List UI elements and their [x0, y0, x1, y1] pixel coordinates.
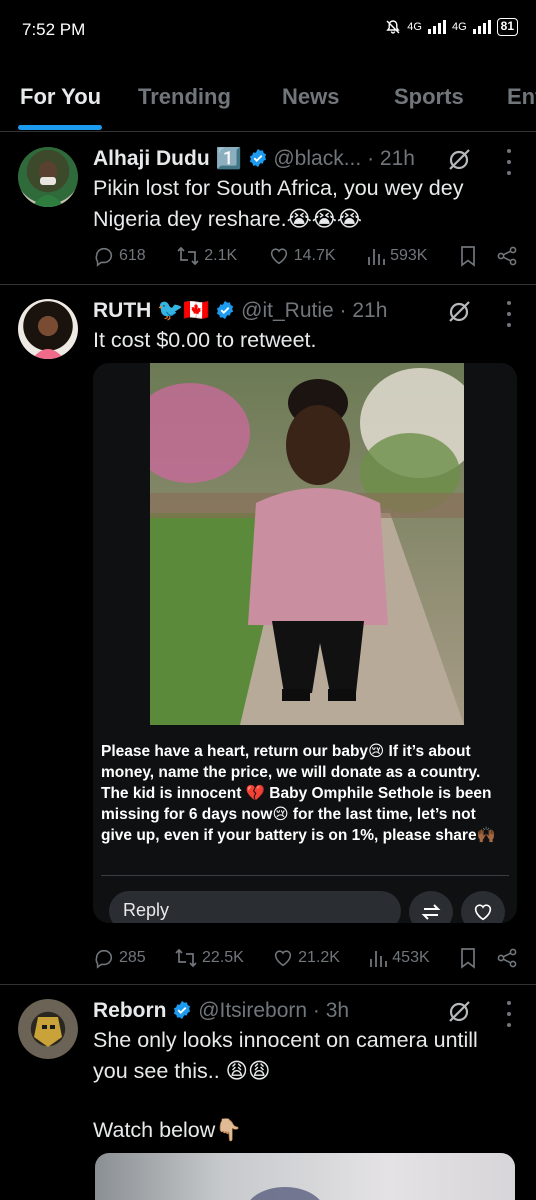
retweet-icon — [177, 246, 199, 266]
reply-count: 618 — [119, 247, 146, 264]
network-label-2: 4G — [451, 21, 467, 33]
display-name[interactable]: Reborn — [93, 999, 167, 1022]
more-icon[interactable] — [506, 1001, 512, 1027]
retweet-count: 22.5K — [202, 949, 244, 966]
retweet-button[interactable]: 2.1K — [176, 245, 237, 267]
status-icons: 4G 4G 81 — [385, 18, 518, 36]
name-badge: 🐦🇨🇦 — [157, 299, 210, 322]
like-count: 14.7K — [293, 247, 336, 264]
like-icon — [474, 904, 492, 921]
view-count: 453K — [392, 949, 430, 966]
tab-trending[interactable]: Trending — [138, 84, 231, 110]
tab-sports[interactable]: Sports — [394, 84, 464, 110]
separator-dot: · — [367, 147, 375, 170]
reply-button[interactable]: 285 — [93, 947, 146, 969]
divider — [101, 875, 509, 876]
reply-count: 285 — [119, 949, 146, 966]
photo-image[interactable] — [150, 363, 464, 725]
tweet-text: She only looks innocent on camera untill… — [93, 1028, 478, 1083]
tweet-header: Alhaji Dudu 1️⃣ @black... · 21h — [93, 147, 476, 171]
tweet-text-continued: Watch below👇🏼 — [93, 1118, 243, 1142]
tweet[interactable]: Alhaji Dudu 1️⃣ @black... · 21h Pikin lo… — [0, 133, 536, 285]
signal-icon-2 — [472, 20, 491, 34]
share-icon[interactable] — [496, 245, 518, 267]
tab-news[interactable]: News — [282, 84, 339, 110]
name-badge: 1️⃣ — [215, 147, 242, 170]
handle[interactable]: @Itsireborn — [198, 999, 307, 1022]
tweet-actions: 285 22.5K 21.2K 453K — [93, 943, 518, 973]
avatar[interactable] — [18, 147, 78, 207]
retweet-icon — [421, 904, 441, 920]
display-name[interactable]: RUTH — [93, 299, 151, 322]
reply-icon — [95, 949, 113, 969]
tweet-text: Pikin lost for South Africa, you wey dey… — [93, 176, 464, 231]
grok-icon[interactable] — [446, 999, 472, 1025]
separator-dot: · — [339, 299, 347, 322]
repost-button[interactable] — [409, 891, 453, 923]
battery-icon: 81 — [496, 18, 518, 36]
views-icon — [368, 249, 385, 265]
bookmark-icon[interactable] — [458, 245, 478, 267]
avatar[interactable] — [18, 999, 78, 1059]
more-icon[interactable] — [506, 149, 512, 175]
reply-button[interactable]: 618 — [93, 245, 146, 267]
views-button[interactable]: 453K — [368, 947, 430, 969]
timestamp[interactable]: 3h — [326, 999, 349, 1022]
network-label-1: 4G — [407, 21, 422, 33]
mute-icon — [386, 20, 400, 34]
timeline-tabs: For You Trending News Sports Ent — [0, 70, 536, 132]
tweet[interactable]: RUTH 🐦🇨🇦 @it_Rutie · 21h It cost $0.00 t… — [0, 285, 536, 985]
tab-for-you[interactable]: For You — [20, 84, 101, 110]
like-icon — [270, 248, 287, 265]
tweet-text: It cost $0.00 to retweet. — [93, 328, 317, 352]
handle[interactable]: @black... — [273, 147, 361, 170]
timestamp[interactable]: 21h — [380, 147, 415, 170]
retweet-count: 2.1K — [204, 247, 238, 264]
grok-icon[interactable] — [446, 299, 472, 325]
retweet-button[interactable]: 22.5K — [174, 947, 244, 969]
like-count: 21.2K — [298, 949, 340, 966]
active-tab-indicator — [18, 125, 102, 130]
image-caption: Please have a heart, return our baby😢 If… — [101, 743, 496, 844]
reply-input[interactable]: Reply — [109, 891, 401, 923]
verified-icon[interactable] — [215, 300, 235, 320]
reply-icon — [95, 247, 113, 267]
like-icon — [275, 950, 292, 967]
tweet-header: RUTH 🐦🇨🇦 @it_Rutie · 21h — [93, 299, 476, 323]
separator-dot: · — [312, 999, 320, 1022]
view-count: 593K — [390, 247, 428, 264]
video-preview[interactable] — [95, 1153, 515, 1200]
share-icon[interactable] — [496, 947, 518, 969]
verified-icon[interactable] — [172, 1000, 192, 1020]
status-time: 7:52 PM — [22, 20, 86, 39]
avatar[interactable] — [18, 299, 78, 359]
media-card[interactable]: Please have a heart, return our baby😢 If… — [93, 363, 517, 923]
more-icon[interactable] — [506, 301, 512, 327]
like-button[interactable]: 21.2K — [272, 947, 340, 969]
display-name[interactable]: Alhaji Dudu — [93, 147, 210, 170]
tweet[interactable]: Reborn @Itsireborn · 3h She only looks i… — [0, 985, 536, 1200]
like-button[interactable]: 14.7K — [268, 245, 336, 267]
retweet-icon — [175, 948, 197, 968]
tab-entertainment[interactable]: Ent — [507, 84, 536, 110]
grok-icon[interactable] — [446, 147, 472, 173]
handle[interactable]: @it_Rutie — [241, 299, 334, 322]
verified-icon[interactable] — [248, 148, 268, 168]
tweet-actions: 618 2.1K 14.7K 593K — [93, 241, 518, 271]
timestamp[interactable]: 21h — [352, 299, 387, 322]
media-like-button[interactable] — [461, 891, 505, 923]
status-bar: 7:52 PM 4G 4G 81 — [0, 0, 536, 60]
views-button[interactable]: 593K — [366, 245, 427, 267]
views-icon — [370, 951, 388, 967]
signal-icon-1 — [427, 20, 446, 34]
tweet-header: Reborn @Itsireborn · 3h — [93, 999, 476, 1023]
bookmark-icon[interactable] — [458, 947, 478, 969]
